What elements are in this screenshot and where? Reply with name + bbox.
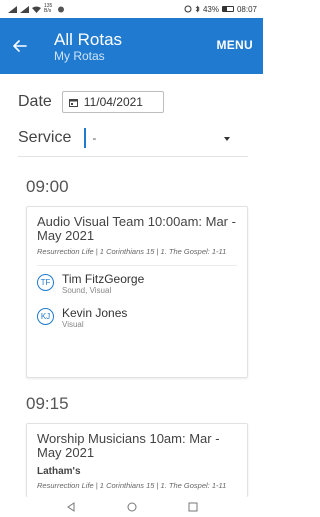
service-value: -	[92, 131, 97, 145]
service-filter-row: Service -	[18, 127, 233, 149]
app-notification-icon	[58, 6, 64, 12]
person-initials-avatar: KJ	[37, 308, 54, 325]
wifi-icon	[32, 6, 41, 13]
data-rate-text: 135 B/s	[44, 3, 53, 14]
person-initials-avatar: TF	[37, 274, 54, 291]
battery-percent: 43%	[202, 4, 219, 14]
menu-button[interactable]: MENU	[216, 38, 253, 52]
person-item[interactable]: KJ Kevin Jones Visual	[37, 307, 237, 330]
card-subtitle: Resurrection Life | 1 Corinthians 15 | 1…	[37, 481, 227, 490]
alarm-icon	[184, 5, 192, 13]
bluetooth-icon	[195, 5, 200, 13]
phone-screen: 135 B/s 43% 08:07 All Rotas My Rotas MEN…	[0, 0, 263, 517]
date-value: 11/04/2021	[83, 95, 143, 109]
nav-recent-button[interactable]	[185, 499, 201, 515]
system-nav-bar	[0, 497, 263, 517]
person-info: Tim FitzGeorge Sound, Visual	[62, 273, 144, 296]
signal-icon	[20, 5, 29, 13]
signal-icon	[8, 5, 17, 13]
app-bar-titles: All Rotas My Rotas	[54, 30, 122, 63]
status-bar: 135 B/s 43% 08:07	[0, 0, 263, 18]
clock-time: 08:07	[236, 4, 257, 14]
card-location: Latham's	[37, 466, 81, 477]
card-title: Audio Visual Team 10:00am: Mar - May 202…	[37, 214, 236, 243]
rota-card[interactable]: Worship Musicians 10am: Mar - May 2021 L…	[26, 423, 248, 497]
page-title: All Rotas	[54, 29, 123, 49]
time-header: 09:00	[26, 177, 69, 196]
date-label: Date	[18, 93, 52, 110]
circle-home-icon	[127, 502, 136, 512]
card-title: Worship Musicians 10am: Mar - May 2021	[37, 431, 220, 460]
person-name: Tim FitzGeorge	[62, 272, 145, 286]
date-field[interactable]: 11/04/2021	[61, 91, 164, 113]
arrow-left-icon	[13, 40, 27, 52]
triangle-back-icon	[66, 502, 74, 512]
back-button[interactable]	[6, 18, 34, 74]
card-subtitle: Resurrection Life | 1 Corinthians 15 | 1…	[37, 247, 227, 256]
time-header: 09:15	[26, 394, 69, 413]
card-divider	[37, 265, 237, 266]
nav-back-button[interactable]	[63, 499, 79, 515]
calendar-icon	[68, 98, 78, 107]
app-bar: All Rotas My Rotas MENU	[0, 18, 263, 74]
select-focus-bar	[84, 128, 87, 148]
nav-home-button[interactable]	[124, 499, 140, 515]
chevron-down-icon	[224, 137, 231, 141]
person-info: Kevin Jones Visual	[62, 307, 127, 330]
rota-card[interactable]: Audio Visual Team 10:00am: Mar - May 202…	[26, 206, 248, 378]
square-recent-icon	[188, 502, 197, 512]
person-item[interactable]: TF Tim FitzGeorge Sound, Visual	[37, 273, 237, 296]
battery-icon	[221, 6, 234, 12]
service-label: Service	[18, 129, 72, 146]
status-bar-right: 43% 08:07	[184, 5, 257, 14]
filter-divider	[18, 156, 248, 157]
person-name: Kevin Jones	[62, 306, 128, 320]
status-bar-left: 135 B/s	[8, 4, 65, 14]
date-filter-row: Date 11/04/2021	[18, 91, 164, 113]
page-subtitle: My Rotas	[54, 48, 105, 63]
person-role: Sound, Visual	[62, 286, 112, 295]
service-select[interactable]: -	[81, 127, 233, 149]
person-role: Visual	[62, 320, 84, 329]
